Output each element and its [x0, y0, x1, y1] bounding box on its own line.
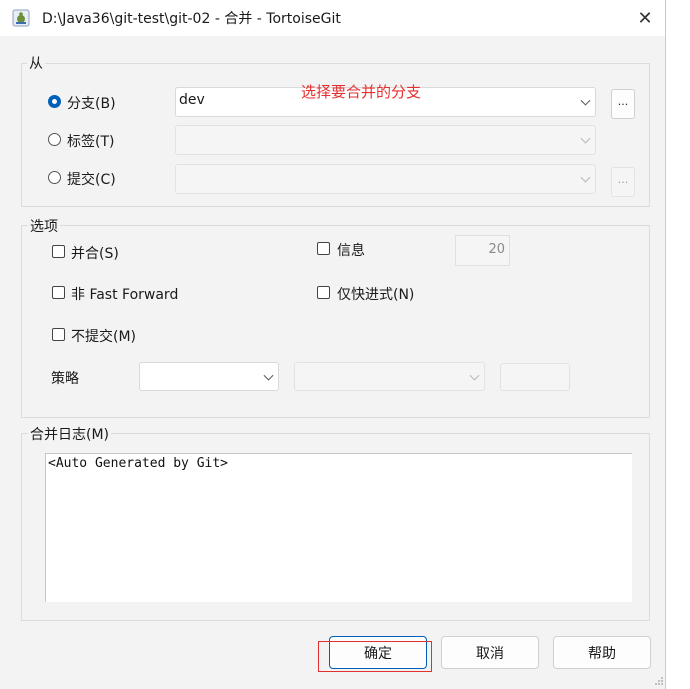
no-ff-checkbox[interactable] — [52, 286, 65, 299]
merge-log-group-label: 合并日志(M) — [28, 424, 112, 444]
close-icon: ✕ — [637, 7, 653, 29]
tag-select[interactable] — [175, 125, 596, 155]
squash-checkbox[interactable] — [52, 245, 65, 258]
resize-grip-icon[interactable] — [654, 676, 664, 686]
strategy-label: 策略 — [51, 371, 79, 387]
strategy-option-select[interactable] — [294, 362, 485, 391]
branch-radio-label[interactable]: 分支(B) — [67, 93, 116, 113]
strategy-param-field[interactable] — [500, 363, 570, 391]
message-checkbox[interactable] — [317, 242, 330, 255]
squash-label[interactable]: 并合(S) — [71, 243, 119, 263]
chevron-down-icon — [580, 133, 591, 144]
cancel-button[interactable]: 取消 — [441, 636, 539, 669]
merge-dialog: D:\Java36\git-test\git-02 - 合并 - Tortois… — [0, 0, 666, 689]
no-commit-checkbox[interactable] — [52, 328, 65, 341]
browse-commit-button[interactable]: ... — [611, 167, 635, 197]
commit-radio-label[interactable]: 提交(C) — [67, 169, 116, 189]
commit-radio[interactable] — [48, 171, 61, 184]
chevron-down-icon — [580, 95, 591, 106]
tag-radio-label[interactable]: 标签(T) — [67, 131, 114, 151]
branch-radio[interactable] — [48, 95, 61, 108]
close-button[interactable]: ✕ — [627, 5, 663, 31]
no-commit-label[interactable]: 不提交(M) — [71, 326, 136, 346]
annotation-text: 选择要合并的分支 — [301, 83, 422, 101]
commit-select[interactable] — [175, 164, 596, 194]
no-ff-label[interactable]: 非 Fast Forward — [71, 284, 178, 304]
ok-button[interactable]: 确定 — [329, 636, 427, 669]
tortoisegit-app-icon — [12, 9, 30, 27]
background-outside-window — [666, 0, 690, 689]
options-group-label: 选项 — [28, 216, 60, 236]
title-bar: D:\Java36\git-test\git-02 - 合并 - Tortois… — [0, 0, 665, 36]
message-count-field[interactable]: 20 — [455, 235, 510, 266]
merge-log-textarea[interactable]: <Auto Generated by Git> — [45, 453, 632, 602]
ff-only-checkbox[interactable] — [317, 286, 330, 299]
chevron-down-icon — [469, 370, 480, 381]
help-button[interactable]: 帮助 — [553, 636, 651, 669]
chevron-down-icon — [580, 172, 591, 183]
browse-branch-button[interactable]: ... — [611, 89, 635, 119]
ff-only-label[interactable]: 仅快进式(N) — [337, 284, 414, 304]
from-group-label: 从 — [27, 53, 45, 73]
strategy-select[interactable] — [139, 362, 279, 391]
message-label[interactable]: 信息 — [337, 240, 365, 260]
tag-radio[interactable] — [48, 133, 61, 146]
chevron-down-icon — [263, 370, 274, 381]
branch-select-value: dev — [179, 92, 205, 108]
window-title: D:\Java36\git-test\git-02 - 合并 - Tortois… — [42, 11, 341, 27]
